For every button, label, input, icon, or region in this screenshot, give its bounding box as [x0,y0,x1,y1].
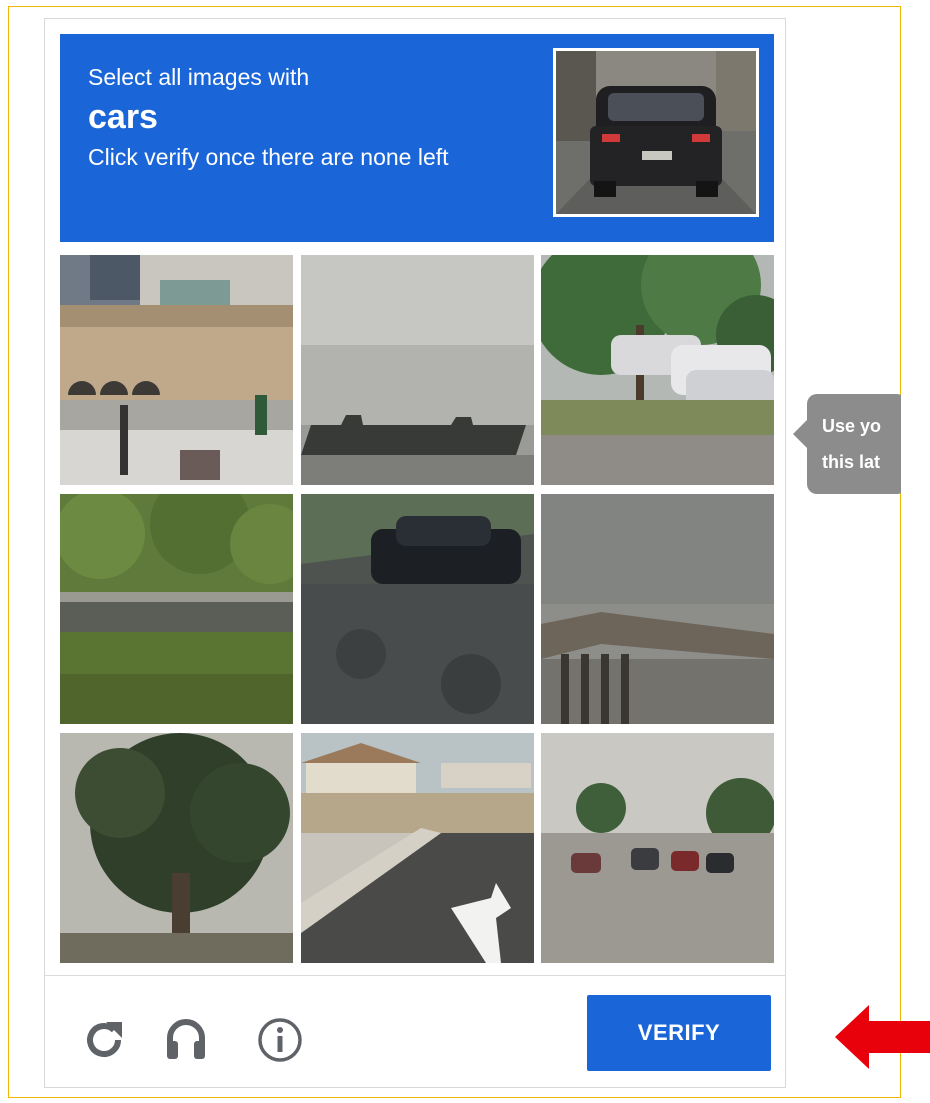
tooltip-text-line1: Use yo [822,416,882,436]
info-icon[interactable] [256,1016,304,1064]
sample-car-image [553,48,759,217]
footer-divider [44,975,786,976]
tile-parked-cars[interactable] [541,255,774,485]
tooltip-tail [793,420,807,448]
tooltip: Use yo this lat [793,394,901,494]
target-keyword: cars [88,98,158,136]
tile-dark-car[interactable] [301,494,534,724]
tile-green-field[interactable] [60,494,293,724]
tooltip-text-line2: this lat [822,452,881,472]
tile-noisy-ship[interactable] [301,255,534,485]
captcha-header: Select all images with cars Click verify… [60,34,774,242]
tile-busy-road[interactable] [541,733,774,963]
tile-palm-tree[interactable] [60,733,293,963]
tile-street-corner[interactable] [301,733,534,963]
instruction-text: Select all images with [88,64,310,90]
tooltip-clip: Use yo this lat [790,380,901,510]
instruction-subtext: Click verify once there are none left [88,144,449,170]
tile-building[interactable] [60,255,293,485]
verify-button[interactable]: VERIFY [587,995,771,1071]
headphones-icon[interactable] [162,1014,210,1062]
reload-icon[interactable] [80,1016,128,1064]
red-arrow-icon [835,1005,930,1069]
tile-overpass[interactable] [541,494,774,724]
